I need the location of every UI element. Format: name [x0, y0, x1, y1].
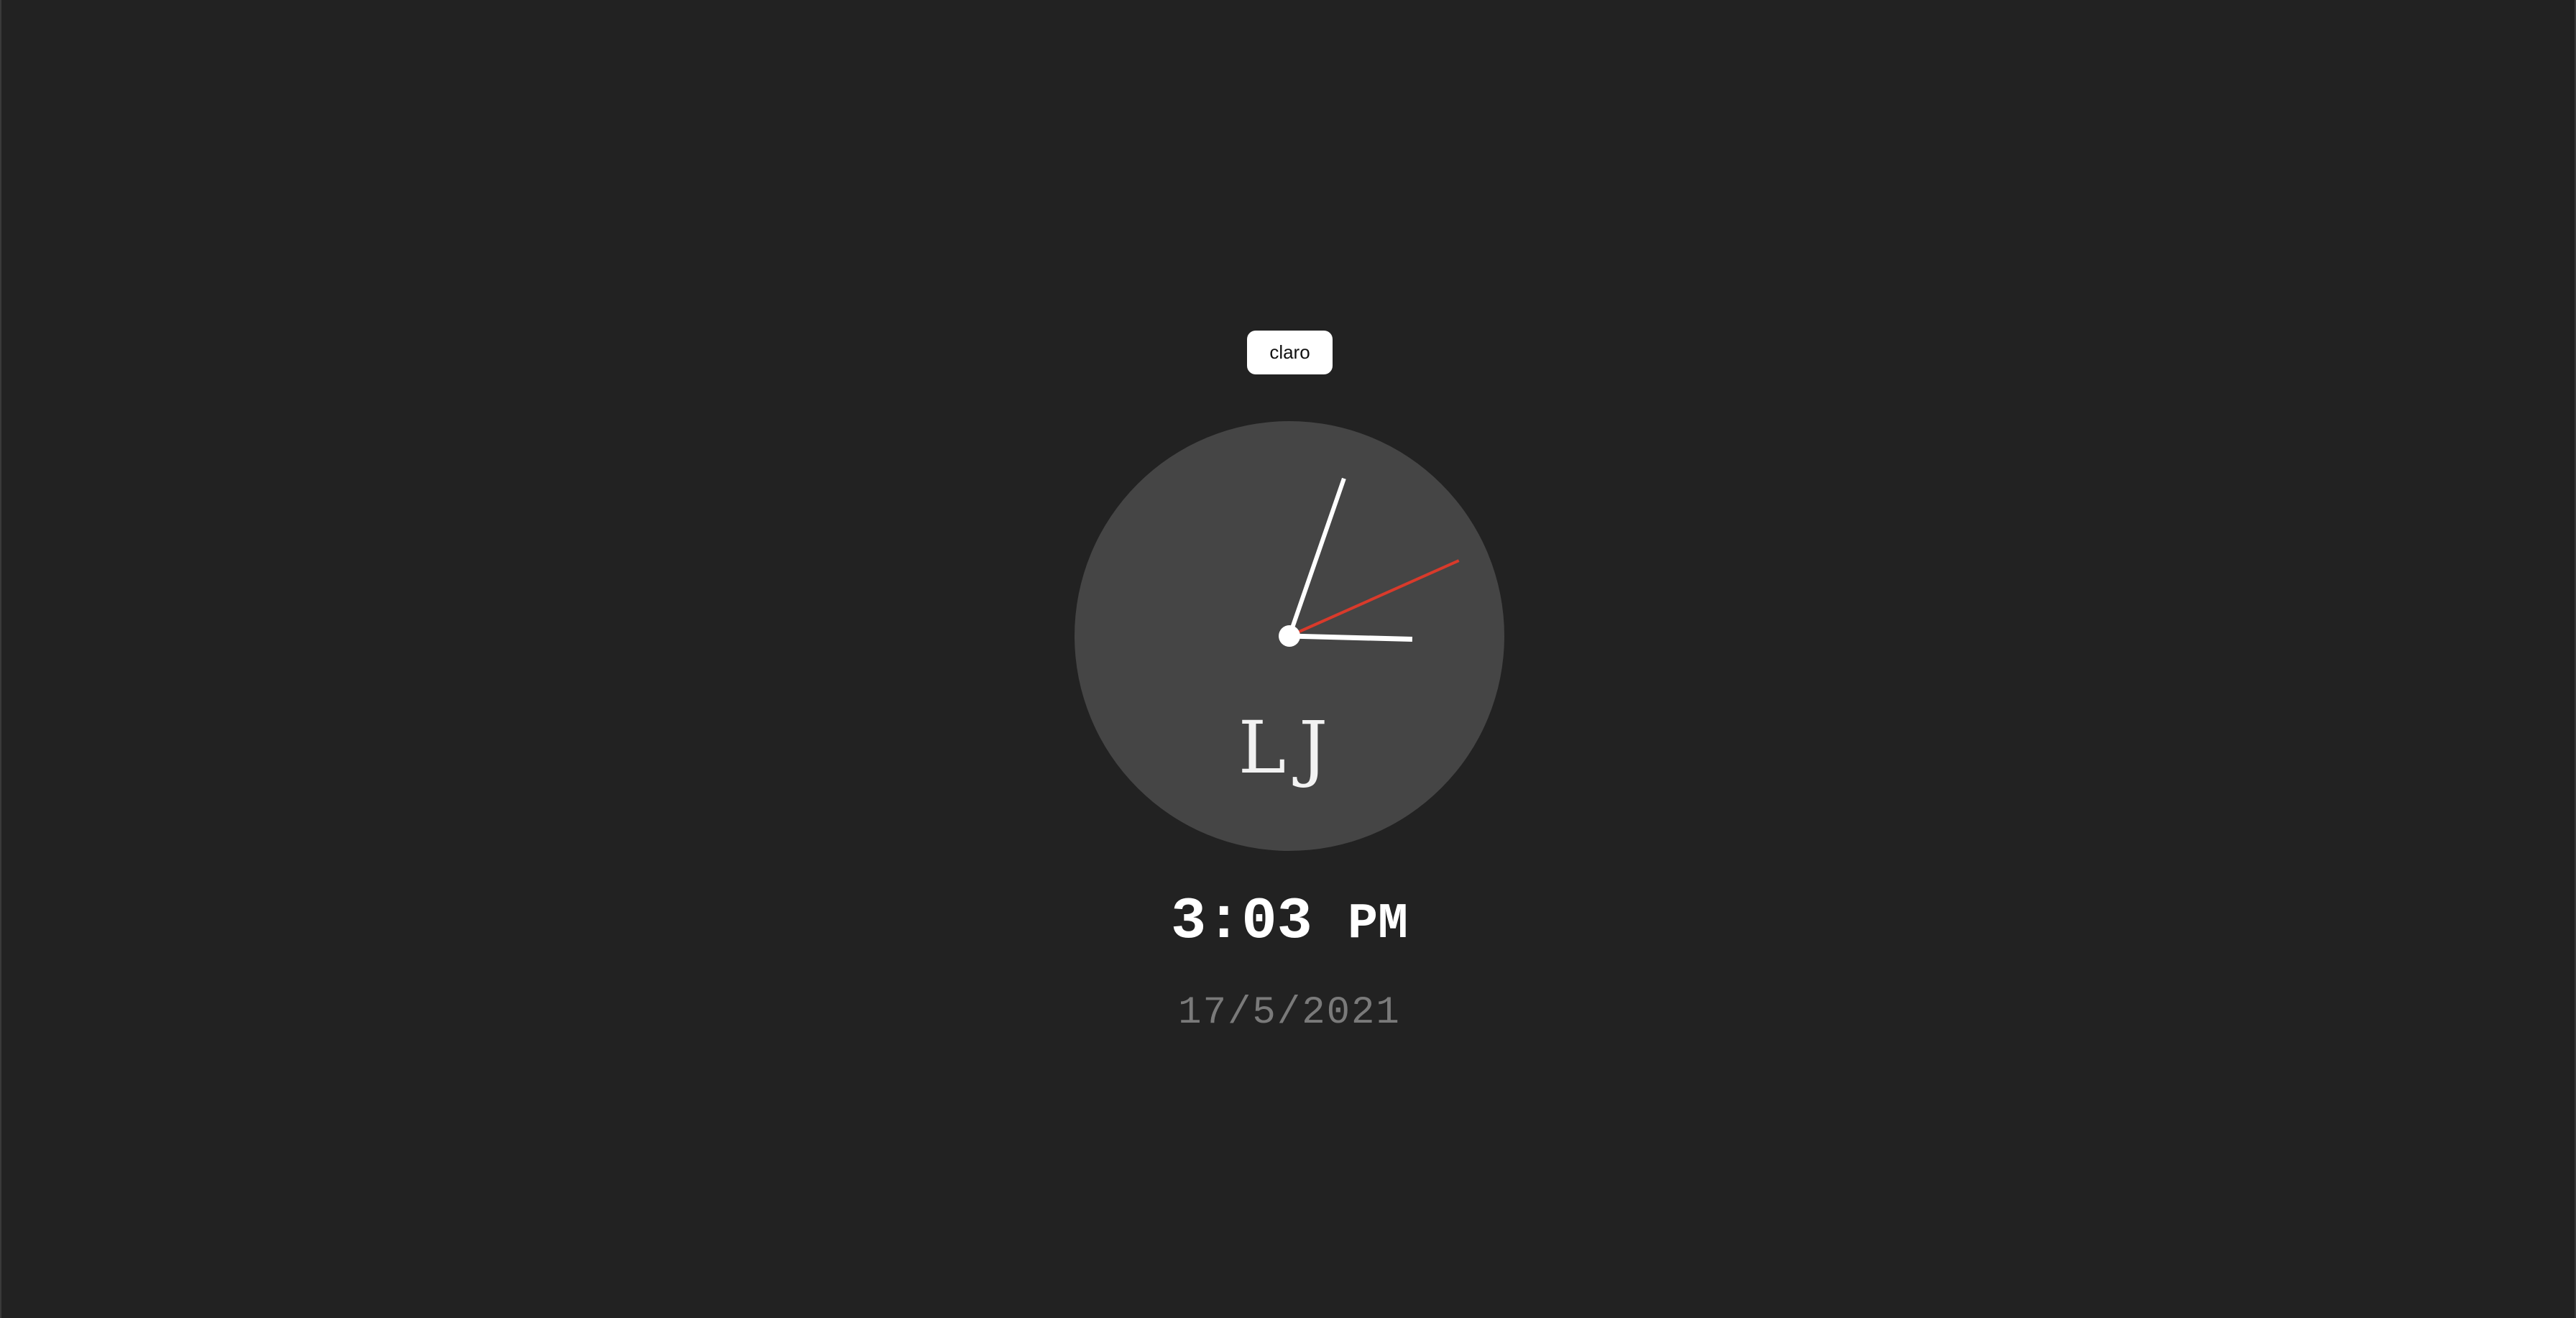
analog-clock: LJ	[1075, 421, 1504, 851]
theme-toggle-button[interactable]: claro	[1247, 331, 1333, 374]
second-hand	[1289, 559, 1460, 637]
clock-monogram: LJ	[1238, 706, 1341, 790]
date-display: 17/5/2021	[1178, 991, 1401, 1035]
time-value: 3:03	[1170, 888, 1312, 955]
digital-time: 3:03 PM	[1, 886, 2576, 961]
minute-hand	[1287, 477, 1346, 637]
hour-hand	[1289, 633, 1412, 642]
time-period: PM	[1348, 896, 1409, 953]
clock-center-hub	[1279, 625, 1300, 647]
